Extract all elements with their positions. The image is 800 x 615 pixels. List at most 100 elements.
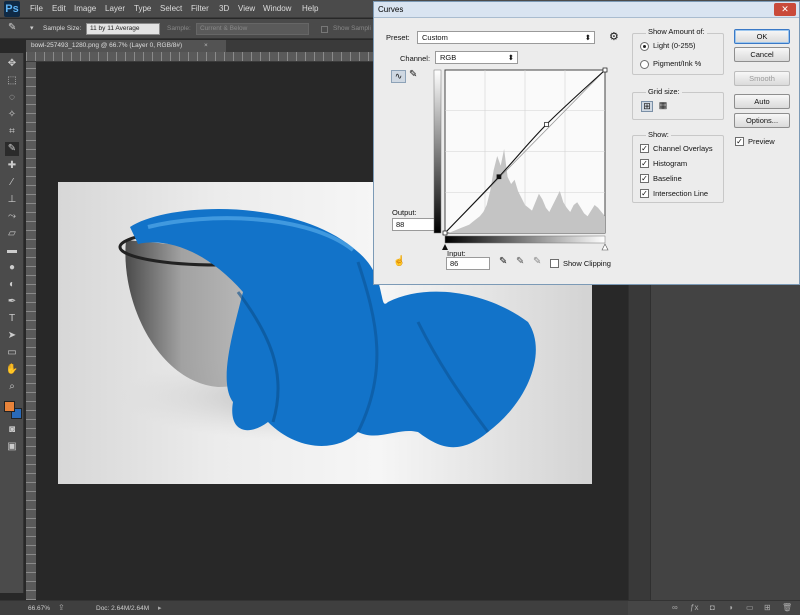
show-clipping-label: Show Clipping [563, 259, 611, 268]
preset-value: Custom [422, 33, 448, 42]
simple-grid-icon[interactable]: ⊞ [641, 101, 653, 112]
sample-size-select[interactable]: 11 by 11 Average [86, 23, 160, 35]
screen-mode-icon[interactable]: ▣ [5, 440, 19, 454]
close-tab-icon[interactable]: × [204, 40, 208, 52]
eyedropper-icon[interactable]: ✎ [8, 22, 16, 33]
hand-tool-icon[interactable]: ✋ [5, 363, 19, 377]
tool-preset-chevron-icon[interactable]: ▾ [30, 24, 34, 32]
eraser-tool-icon[interactable]: ▱ [5, 227, 19, 241]
document-tab[interactable]: bowl-257493_1280.png @ 66.7% (Layer 0, R… [26, 40, 226, 52]
intersection-line-checkbox[interactable]: ✓ [640, 189, 649, 198]
pen-tool-icon[interactable]: ✒ [5, 295, 19, 309]
delete-layer-icon[interactable]: 🗑 [782, 603, 792, 612]
show-title: Show: [646, 130, 671, 139]
curve-point-mode-icon[interactable]: ∿ [391, 70, 406, 83]
menu-file[interactable]: File [30, 4, 43, 13]
pigment-radio[interactable] [640, 60, 649, 69]
channel-value: RGB [440, 53, 457, 62]
gradient-tool-icon[interactable]: ▬ [5, 244, 19, 258]
brush-tool-icon[interactable]: ⁄ [5, 176, 19, 190]
marquee-tool-icon[interactable]: ⬚ [5, 74, 19, 88]
ok-button[interactable]: OK [734, 29, 790, 44]
menu-3d[interactable]: 3D [219, 4, 229, 13]
baseline-checkbox[interactable]: ✓ [640, 174, 649, 183]
type-tool-icon[interactable]: T [5, 312, 19, 326]
menu-select[interactable]: Select [160, 4, 182, 13]
zoom-tool-icon[interactable]: ⌕ [5, 380, 19, 394]
menu-filter[interactable]: Filter [191, 4, 209, 13]
menu-type[interactable]: Type [134, 4, 151, 13]
menu-view[interactable]: View [238, 4, 255, 13]
curves-dialog: Curves ✕ Preset: Custom ⬍ ⚙ Channel: RGB… [373, 1, 800, 285]
status-menu-arrow-icon[interactable]: ▸ [158, 604, 162, 612]
intersection-line-label: Intersection Line [653, 189, 709, 198]
dialog-titlebar[interactable]: Curves [374, 2, 799, 18]
white-eyedropper-icon[interactable]: ✎ [533, 256, 541, 267]
histogram-label: Histogram [653, 159, 688, 168]
show-sampling-checkbox[interactable] [321, 26, 328, 33]
histogram-checkbox[interactable]: ✓ [640, 159, 649, 168]
preset-select[interactable]: Custom ⬍ [417, 31, 595, 44]
pencil-mode-icon[interactable]: ✎ [409, 69, 417, 80]
options-button[interactable]: Options... [734, 113, 790, 128]
sample-select[interactable]: Current & Below [196, 23, 309, 35]
close-icon[interactable]: ✕ [774, 3, 796, 16]
new-layer-icon[interactable]: ⊞ [764, 603, 771, 612]
detailed-grid-icon[interactable]: ▦ [657, 101, 669, 112]
preset-label: Preset: [386, 33, 410, 42]
light-radio[interactable] [640, 42, 649, 51]
adjustment-layer-icon[interactable]: ◑ [728, 603, 733, 612]
tools-panel: ✥ ⬚ ◌ ✧ ⌗ ✎ ✚ ⁄ ⊥ ⤳ ▱ ▬ ● ◐ ✒ T ➤ ▭ ✋ ⌕ … [0, 53, 24, 593]
gray-eyedropper-icon[interactable]: ✎ [516, 256, 524, 267]
share-icon[interactable]: ⇪ [58, 603, 65, 612]
menu-window[interactable]: Window [263, 4, 291, 13]
lasso-tool-icon[interactable]: ◌ [5, 91, 19, 105]
auto-button[interactable]: Auto [734, 94, 790, 109]
black-eyedropper-icon[interactable]: ✎ [499, 256, 507, 267]
move-tool-icon[interactable]: ✥ [5, 57, 19, 71]
cancel-button[interactable]: Cancel [734, 47, 790, 62]
preview-checkbox[interactable]: ✓ [735, 137, 744, 146]
foreground-color-swatch[interactable] [4, 401, 15, 412]
quick-mask-icon[interactable]: ◙ [5, 423, 19, 437]
white-point-slider[interactable] [601, 243, 609, 251]
healing-brush-tool-icon[interactable]: ✚ [5, 159, 19, 173]
new-group-icon[interactable]: ▭ [746, 603, 754, 612]
preset-options-gear-icon[interactable]: ⚙ [609, 30, 619, 43]
menu-image[interactable]: Image [74, 4, 96, 13]
output-label: Output: [392, 208, 417, 217]
curve-control-point[interactable] [496, 174, 502, 180]
curve-control-point[interactable] [602, 67, 608, 73]
pigment-label: Pigment/Ink % [653, 59, 702, 68]
channel-overlays-checkbox[interactable]: ✓ [640, 144, 649, 153]
curve-control-point[interactable] [544, 121, 549, 127]
curves-graph[interactable] [432, 66, 612, 252]
channel-select[interactable]: RGB ⬍ [435, 51, 518, 64]
link-layers-icon[interactable]: ∞ [672, 603, 678, 612]
sample-size-label: Sample Size: [43, 25, 82, 32]
output-field[interactable]: 88 [392, 218, 435, 231]
magic-wand-tool-icon[interactable]: ✧ [5, 108, 19, 122]
on-image-adjust-icon[interactable]: ☝ [393, 256, 405, 267]
menu-edit[interactable]: Edit [52, 4, 66, 13]
add-mask-icon[interactable]: ◘ [710, 603, 715, 612]
menu-help[interactable]: Help [302, 4, 318, 13]
chevron-down-icon: ⬍ [507, 53, 514, 62]
menu-layer[interactable]: Layer [105, 4, 125, 13]
channel-overlays-label: Channel Overlays [653, 144, 713, 153]
show-clipping-checkbox[interactable] [550, 259, 559, 268]
history-brush-tool-icon[interactable]: ⤳ [5, 210, 19, 224]
zoom-level[interactable]: 66.67% [28, 605, 50, 612]
layer-style-icon[interactable]: ƒx [690, 603, 698, 612]
smooth-button[interactable]: Smooth [734, 71, 790, 86]
path-selection-tool-icon[interactable]: ➤ [5, 329, 19, 343]
blur-tool-icon[interactable]: ● [5, 261, 19, 275]
shape-tool-icon[interactable]: ▭ [5, 346, 19, 360]
input-field[interactable]: 86 [446, 257, 490, 270]
eyedropper-tool-icon[interactable]: ✎ [5, 142, 19, 156]
curve-control-point[interactable] [442, 230, 448, 236]
light-label: Light (0-255) [653, 41, 696, 50]
crop-tool-icon[interactable]: ⌗ [5, 125, 19, 139]
clone-stamp-tool-icon[interactable]: ⊥ [5, 193, 19, 207]
dodge-tool-icon[interactable]: ◐ [5, 278, 19, 292]
